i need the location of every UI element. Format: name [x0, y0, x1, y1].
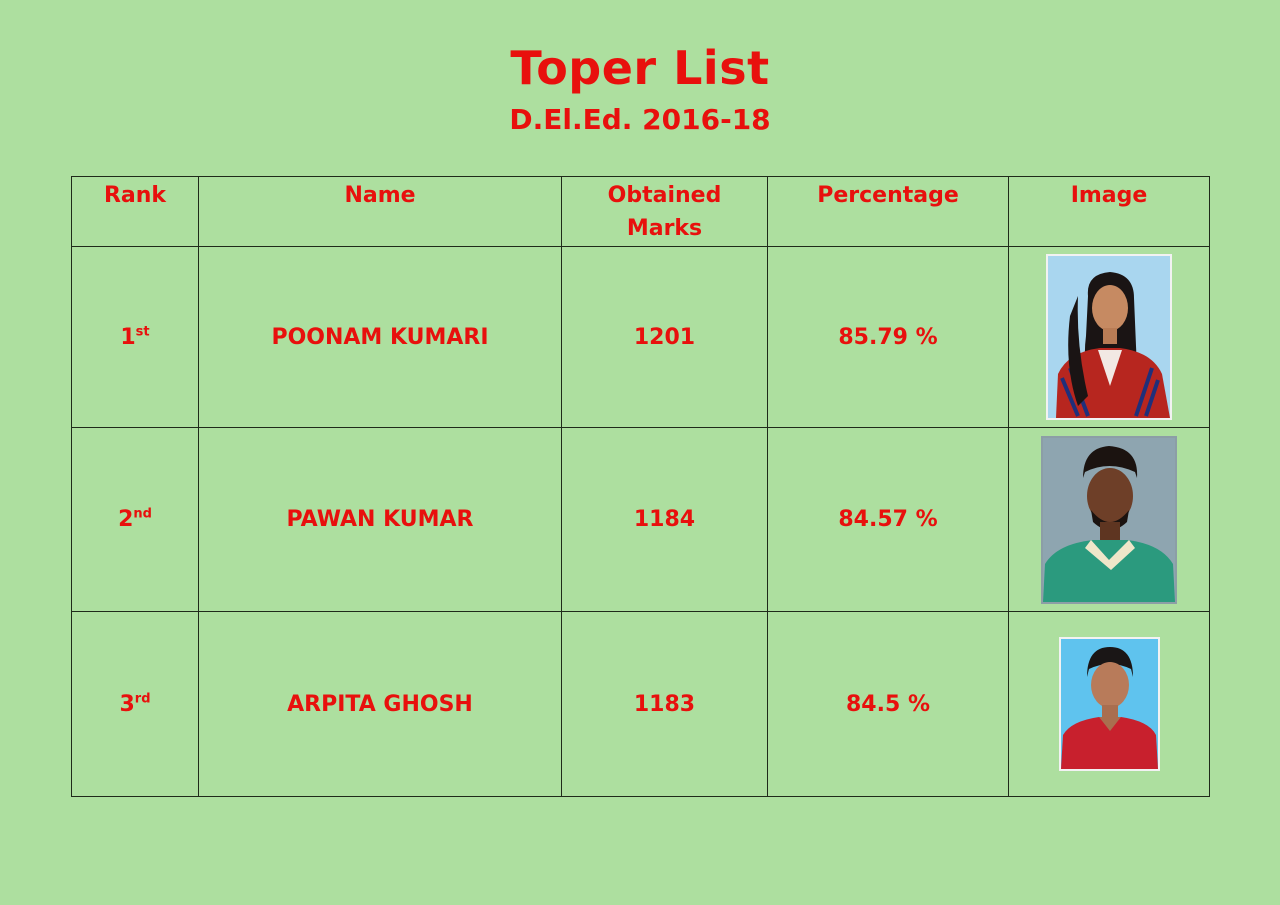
- rank-suffix: st: [135, 324, 150, 340]
- table-row: 3rd ARPITA GHOSH 1183 84.5 %: [71, 611, 1210, 797]
- marks-cell: 1184: [561, 427, 768, 612]
- rank-number: 1: [120, 324, 136, 350]
- page-subtitle: D.El.Ed. 2016-18: [509, 103, 771, 136]
- image-cell: [1008, 427, 1210, 612]
- column-header-name: Name: [198, 176, 562, 247]
- percentage-cell: 85.79 %: [767, 246, 1009, 428]
- rank-cell: 3rd: [71, 611, 199, 797]
- column-header-rank: Rank: [71, 176, 199, 247]
- rank-cell: 2nd: [71, 427, 199, 612]
- rank-suffix: nd: [133, 506, 152, 522]
- student-photo: [1041, 435, 1177, 604]
- table-header-row: Rank Name Obtained Marks Percentage Imag…: [71, 176, 1210, 247]
- rank-suffix: rd: [134, 691, 151, 707]
- page-title: Toper List: [510, 41, 770, 95]
- column-header-image: Image: [1008, 176, 1210, 247]
- name-cell: ARPITA GHOSH: [198, 611, 562, 797]
- name-cell: PAWAN KUMAR: [198, 427, 562, 612]
- image-cell: [1008, 246, 1210, 428]
- percentage-cell: 84.5 %: [767, 611, 1009, 797]
- rank-cell: 1st: [71, 246, 199, 428]
- column-header-percentage: Percentage: [767, 176, 1009, 247]
- column-header-obtained-marks: Obtained Marks: [561, 176, 768, 247]
- column-header-obtained-marks-label: Obtained Marks: [607, 183, 722, 241]
- rank-number: 2: [118, 507, 134, 532]
- topper-table: Rank Name Obtained Marks Percentage Imag…: [71, 176, 1210, 797]
- image-cell: [1008, 611, 1210, 797]
- name-cell: POONAM KUMARI: [198, 246, 562, 428]
- table-row: 2nd PAWAN KUMAR 1184 84.57 %: [71, 427, 1210, 612]
- percentage-cell: 84.57 %: [767, 427, 1009, 612]
- student-photo: [1058, 637, 1160, 771]
- marks-cell: 1183: [561, 611, 768, 797]
- marks-cell: 1201: [561, 246, 768, 428]
- table-row: 1st POONAM KUMARI 1201 85.79 %: [71, 246, 1210, 428]
- rank-number: 3: [119, 691, 135, 717]
- student-photo: [1046, 254, 1172, 420]
